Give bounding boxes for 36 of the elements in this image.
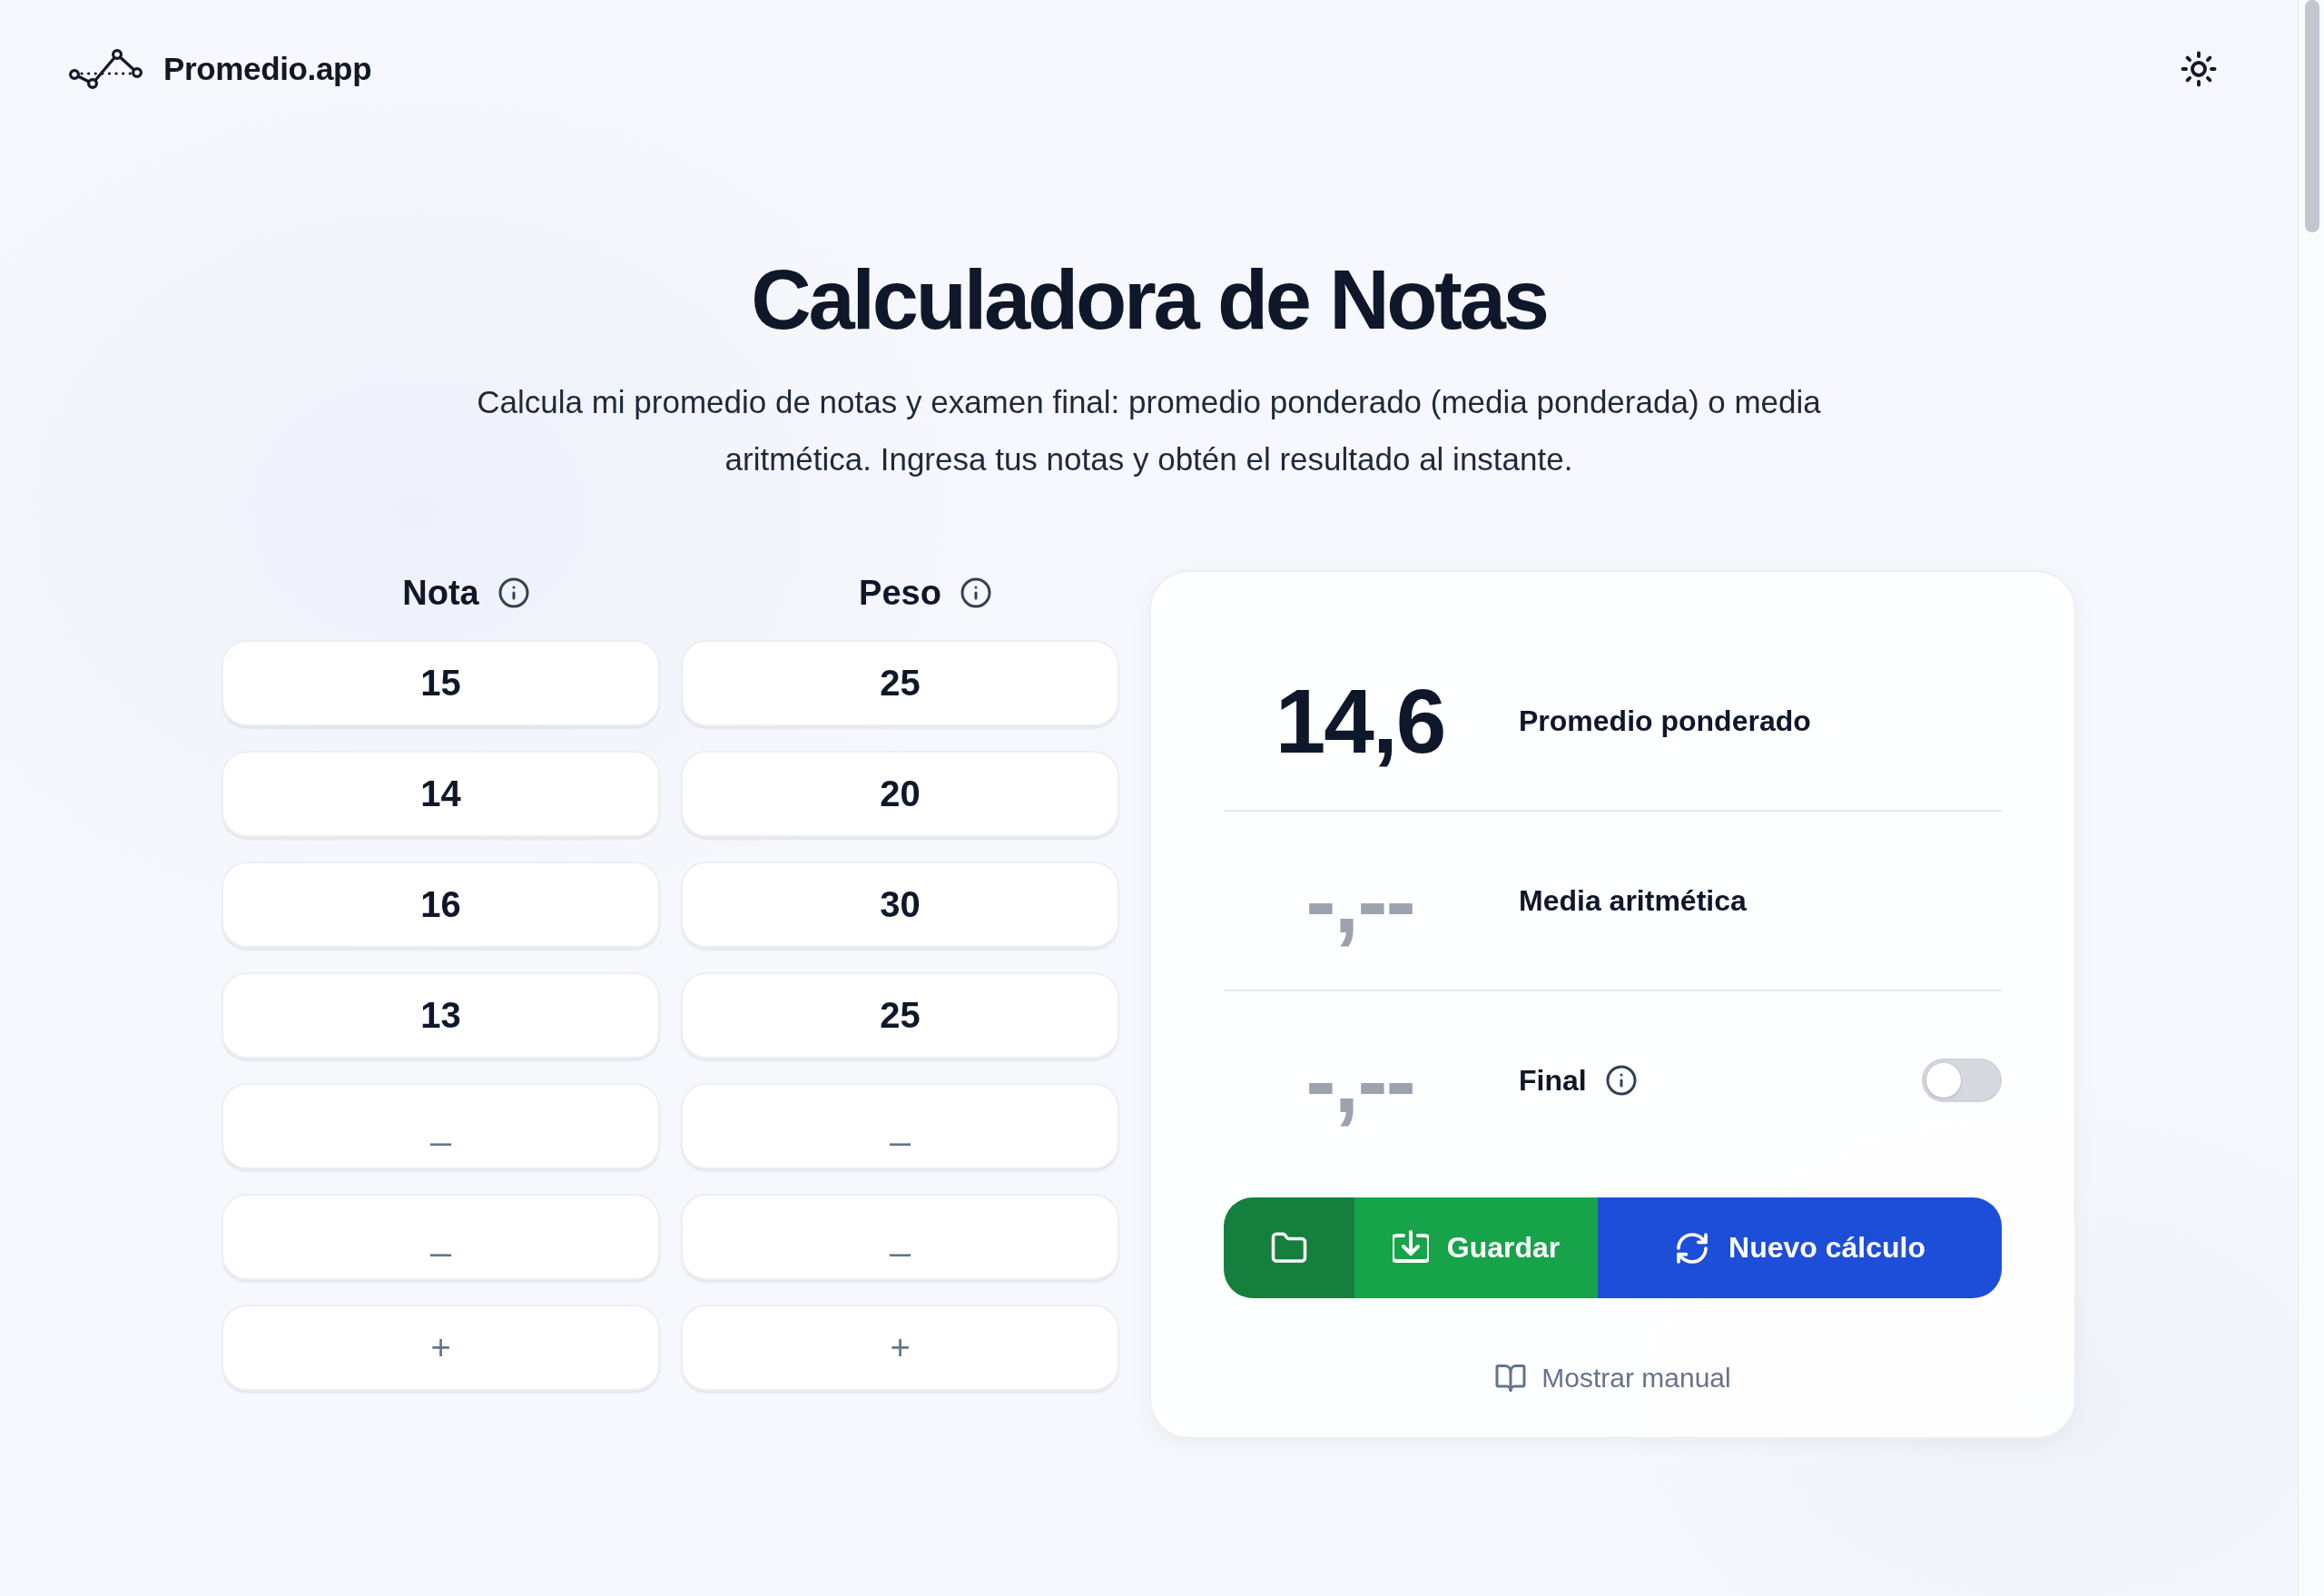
- manual-link[interactable]: Mostrar manual: [1494, 1362, 1731, 1394]
- result-label: Media aritmética: [1519, 883, 1747, 918]
- result-label: Final: [1519, 1063, 1587, 1098]
- new-calculation-button[interactable]: Nuevo cálculo: [1598, 1197, 2002, 1298]
- scrollbar-thumb[interactable]: [2305, 0, 2319, 232]
- add-row-button[interactable]: +: [681, 1305, 1119, 1391]
- result-label: Promedio ponderado: [1519, 704, 1811, 738]
- number-input[interactable]: 16: [222, 862, 660, 948]
- number-input[interactable]: _: [222, 1083, 660, 1169]
- sun-icon[interactable]: [2180, 50, 2218, 88]
- number-input[interactable]: 25: [681, 640, 1119, 726]
- info-icon[interactable]: [959, 576, 992, 609]
- number-input[interactable]: 14: [222, 751, 660, 837]
- number-input[interactable]: 20: [681, 751, 1119, 837]
- number-input[interactable]: _: [681, 1083, 1119, 1169]
- result-value: -,--: [1305, 855, 1414, 946]
- number-input[interactable]: _: [222, 1194, 660, 1280]
- add-row-button[interactable]: +: [222, 1305, 660, 1391]
- result-value: -,--: [1305, 1035, 1414, 1126]
- info-icon[interactable]: [497, 576, 530, 609]
- number-input[interactable]: 15: [222, 640, 660, 726]
- number-input[interactable]: 13: [222, 972, 660, 1059]
- final-toggle[interactable]: [1922, 1059, 2002, 1102]
- info-icon[interactable]: [1604, 1064, 1638, 1097]
- brand-name: Promedio.app: [163, 51, 372, 87]
- number-input[interactable]: 30: [681, 862, 1119, 948]
- page-subtitle: Calcula mi promedio de notas y examen final: promedio ponderado (media ponderada) o media aritmética. Ingresa tus notas y obtén el resultado al instante.: [476, 383, 1822, 478]
- open-button[interactable]: [1224, 1197, 1354, 1298]
- book-icon: [1494, 1362, 1528, 1394]
- page-title: Calculadora de Notas: [751, 254, 1547, 346]
- column-header: Peso: [859, 573, 941, 613]
- column-header: Nota: [402, 573, 479, 613]
- number-input[interactable]: _: [681, 1194, 1119, 1280]
- logo-icon: [68, 48, 143, 90]
- number-input[interactable]: 25: [681, 972, 1119, 1059]
- result-value: 14,6: [1275, 675, 1445, 766]
